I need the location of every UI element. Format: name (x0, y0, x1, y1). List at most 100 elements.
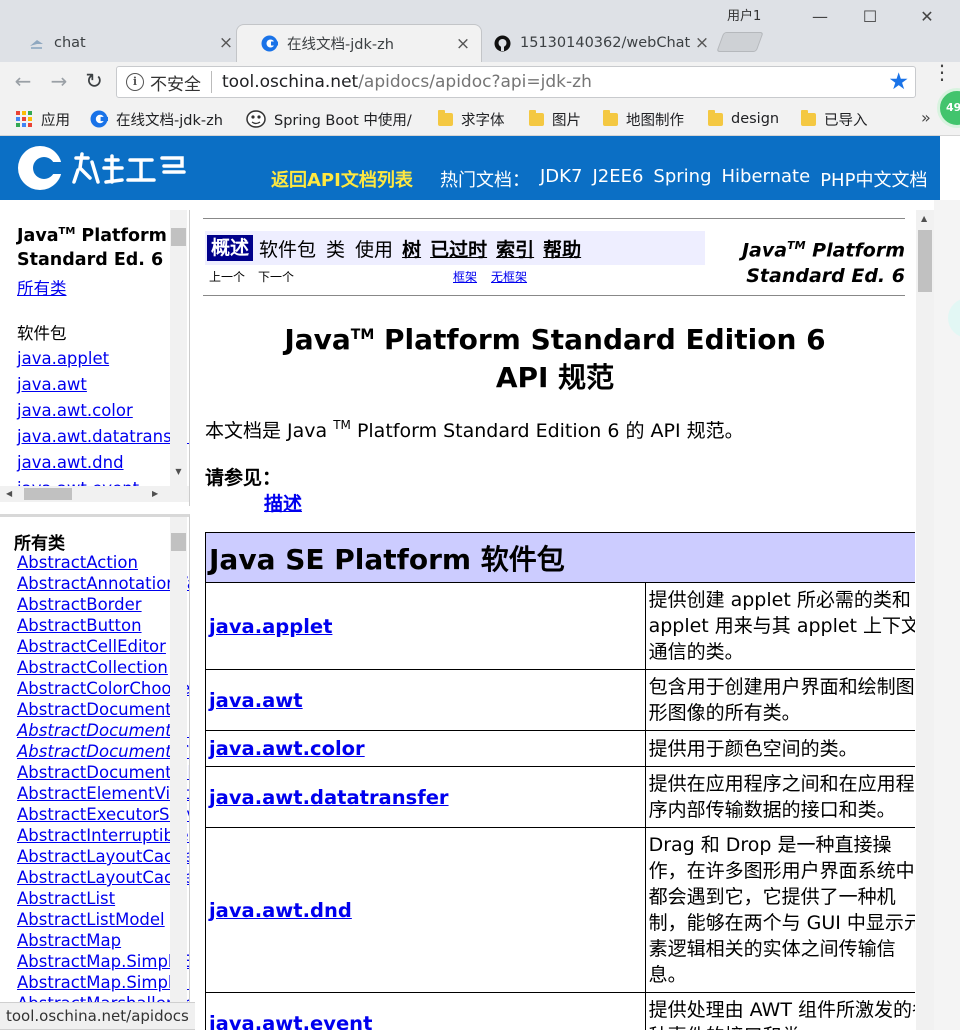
hot-doc-link-php[interactable]: PHP中文文档 (820, 166, 927, 192)
address-bar[interactable]: i 不安全 tool.oschina.net /apidocs/apidoc?a… (116, 66, 916, 98)
scroll-down-arrow-icon[interactable]: ▼ (170, 464, 187, 480)
nav-use: 使用 (355, 238, 394, 261)
bookmark-label: 已导入 (824, 112, 868, 129)
bookmark-label: 图片 (552, 112, 581, 129)
minimize-icon[interactable]: — (808, 7, 832, 27)
class-link[interactable]: AbstractMarshallerImpl (17, 993, 189, 1002)
package-description: 提供在应用程序之间和在应用程 序内部传输数据的接口和类。 (644, 766, 915, 828)
class-link[interactable]: AbstractCellEditor (17, 636, 189, 657)
doc-navbar: 概述 软件包 类 使用 树 已过时 索引 帮助 (205, 231, 705, 265)
hot-doc-link-spring[interactable]: Spring (653, 166, 711, 192)
bookmark-jdk-docs[interactable]: 在线文档-jdk-zh (90, 108, 223, 130)
class-link[interactable]: AbstractLayoutCache.NodeDimensions (17, 867, 189, 888)
class-link[interactable]: AbstractDocument (17, 699, 189, 720)
class-link[interactable]: AbstractBorder (17, 594, 189, 615)
all-classes-link[interactable]: 所有类 (17, 275, 67, 299)
main-vertical-scrollbar[interactable]: ▲ (916, 210, 934, 1030)
nav-tree-link[interactable]: 树 (402, 235, 421, 262)
hot-doc-link-jdk7[interactable]: JDK7 (540, 166, 582, 192)
nav-help-link[interactable]: 帮助 (543, 235, 581, 262)
forward-arrow-icon[interactable]: → (47, 70, 71, 94)
back-arrow-icon[interactable]: ← (11, 70, 35, 94)
info-icon[interactable]: i (126, 73, 144, 91)
no-frames-link[interactable]: 无框架 (491, 268, 527, 285)
scroll-left-arrow-icon[interactable]: ◀ (6, 486, 12, 502)
nav-index-link[interactable]: 索引 (496, 235, 534, 262)
package-name-link[interactable]: java.awt (205, 669, 646, 731)
package-name-link[interactable]: java.awt.datatransfer (205, 766, 646, 828)
class-link[interactable]: AbstractAction (17, 552, 189, 573)
tab-chat[interactable]: chat × (4, 24, 244, 62)
window-close-icon[interactable]: ✕ (915, 7, 939, 27)
package-link[interactable]: java.awt.datatransfer (17, 424, 189, 450)
close-icon[interactable]: × (218, 33, 234, 53)
new-tab-button[interactable] (716, 32, 764, 52)
folder-icon (708, 109, 723, 126)
class-link[interactable]: AbstractMap (17, 930, 189, 951)
class-link[interactable]: AbstractInterruptibleChannel (17, 825, 189, 846)
class-link[interactable]: AbstractList (17, 888, 189, 909)
horizontal-scrollbar[interactable]: ◀ ▶ (0, 486, 189, 502)
profile-label[interactable]: 用户1 (727, 5, 761, 24)
hot-docs-label: 热门文档： (440, 170, 530, 191)
scrollbar-thumb[interactable] (171, 228, 186, 246)
class-link[interactable]: AbstractDocument.Content (17, 741, 189, 762)
class-link[interactable]: AbstractLayoutCache (17, 846, 189, 867)
package-name-link[interactable]: java.awt.color (205, 730, 646, 767)
class-link[interactable]: AbstractCollection (17, 657, 189, 678)
class-link[interactable]: AbstractDocument.AttributeContext (17, 720, 189, 741)
close-icon[interactable]: × (694, 33, 710, 53)
reload-icon[interactable]: ↻ (82, 70, 106, 94)
frames-link[interactable]: 框架 (453, 268, 477, 285)
back-to-api-list-link[interactable]: 返回API文档列表 (271, 166, 413, 192)
description-link[interactable]: 描述 (264, 489, 302, 516)
bookmark-apps[interactable]: 应用 (16, 108, 70, 130)
bookmark-folder-images[interactable]: 图片 (529, 108, 581, 130)
package-link[interactable]: java.awt.dnd (17, 450, 189, 476)
scroll-right-arrow-icon[interactable]: ▶ (152, 486, 158, 502)
scrollbar-thumb[interactable] (171, 533, 186, 551)
vertical-scrollbar[interactable] (170, 517, 187, 1002)
class-link[interactable]: AbstractColorChooserPanel (17, 678, 189, 699)
scrollbar-thumb[interactable] (918, 230, 932, 292)
hot-doc-link-j2ee6[interactable]: J2EE6 (592, 166, 643, 192)
class-link[interactable]: AbstractMap.SimpleImmutableEntry (17, 972, 189, 993)
class-link[interactable]: AbstractElementVisitor6 (17, 783, 189, 804)
bookmark-spring-boot[interactable]: Spring Boot 中使用/ (246, 108, 446, 130)
package-link[interactable]: java.awt.color (17, 398, 189, 424)
close-icon[interactable]: × (455, 34, 471, 54)
scrollbar-thumb[interactable] (24, 488, 72, 500)
package-link[interactable]: java.awt (17, 372, 189, 398)
maximize-icon[interactable]: ☐ (858, 7, 882, 27)
class-link[interactable]: AbstractMap.SimpleEntry (17, 951, 189, 972)
class-link[interactable]: AbstractListModel (17, 909, 189, 930)
site-logo[interactable] (14, 144, 194, 192)
nav-deprecated-link[interactable]: 已过时 (430, 235, 487, 262)
tab-jdk-docs[interactable]: 在线文档-jdk-zh × (236, 24, 482, 62)
chevron-right-icon[interactable]: » (921, 108, 931, 127)
package-name-link[interactable]: java.applet (205, 582, 646, 670)
description-line: applet 用来与其 applet 上下文 (648, 615, 915, 637)
description-line: 息。 (648, 964, 687, 986)
package-name-link[interactable]: java.awt.event (205, 992, 646, 1030)
vertical-scrollbar[interactable]: ▼ (170, 210, 187, 486)
class-link[interactable]: AbstractDocument.ElementEdit (17, 762, 189, 783)
bookmark-folder-imported[interactable]: 已导入 (801, 108, 868, 130)
class-link[interactable]: AbstractButton (17, 615, 189, 636)
bookmark-folder-design[interactable]: design (708, 108, 779, 130)
tab-github-webchat[interactable]: 15130140362/webChat × (470, 24, 720, 62)
class-link[interactable]: AbstractAnnotationValueVisitor6 (17, 573, 189, 594)
bookmark-folder-fonts[interactable]: 求字体 (438, 108, 505, 130)
description-line: 提供处理由 AWT 组件所激发的各 (648, 999, 915, 1021)
hot-doc-link-hibernate[interactable]: Hibernate (722, 166, 811, 192)
security-label[interactable]: 不安全 (150, 70, 201, 95)
bookmark-star-icon[interactable]: ★ (888, 69, 909, 95)
github-icon (494, 35, 511, 51)
scroll-up-arrow-icon[interactable]: ▲ (921, 214, 927, 223)
package-description: Drag 和 Drop 是一种直接操 作，在许多图形用户界面系统中 都会遇到它，它提… (644, 827, 915, 993)
class-link[interactable]: AbstractExecutorService (17, 804, 189, 825)
bookmark-folder-maps[interactable]: 地图制作 (603, 108, 684, 130)
package-link[interactable]: java.applet (17, 346, 189, 372)
package-name-link[interactable]: java.awt.dnd (205, 827, 646, 993)
menu-icon[interactable]: ⋮ (932, 62, 952, 82)
